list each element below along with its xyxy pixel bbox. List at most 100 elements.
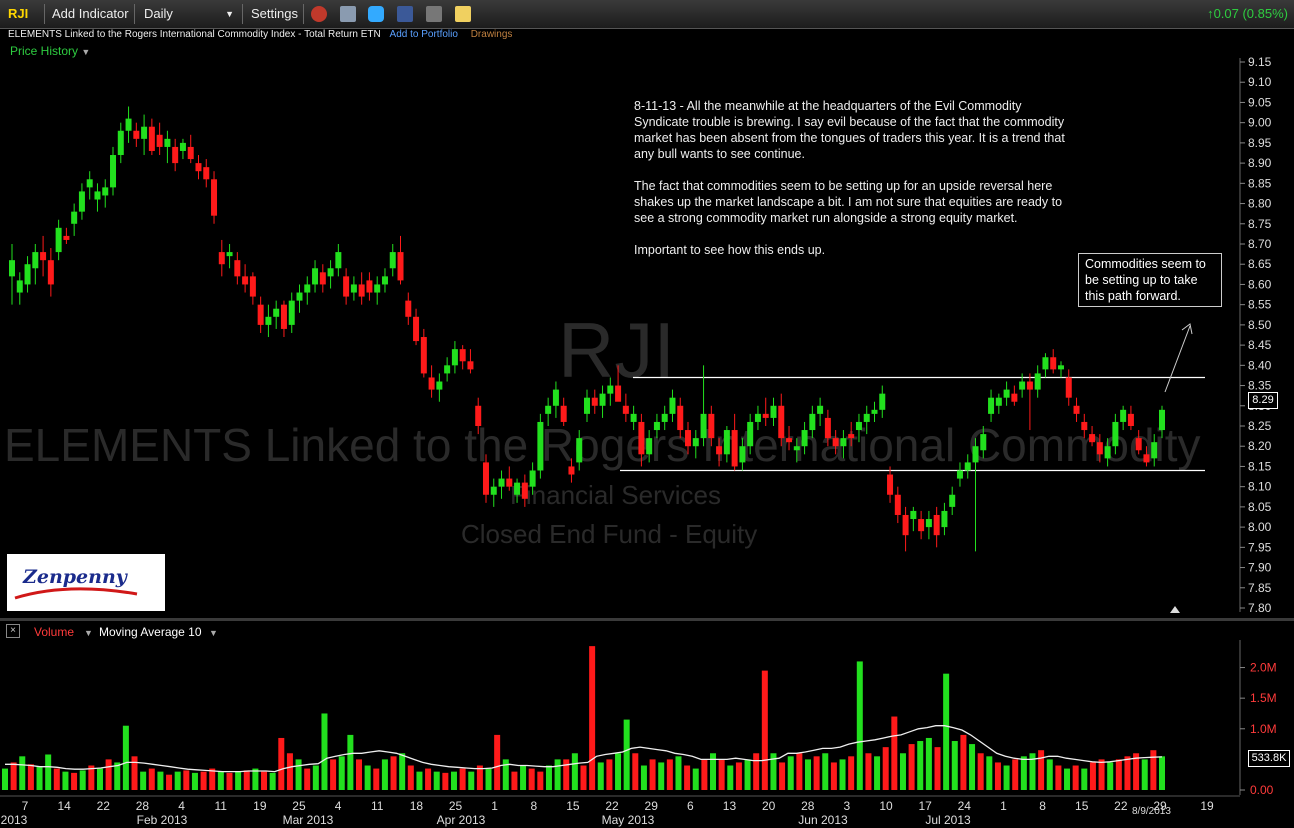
chart-annotation[interactable]: 8-11-13 - All the meanwhile at the headq… (634, 98, 1074, 274)
volume-bar (623, 719, 630, 790)
volume-bar (969, 744, 976, 790)
price-tick-label: 8.45 (1248, 338, 1272, 352)
volume-bar (701, 759, 708, 790)
volume-bar (537, 771, 544, 790)
volume-bar (779, 762, 786, 790)
volume-bar (19, 756, 26, 790)
candle-body (560, 405, 567, 422)
volume-bar (917, 741, 924, 790)
volume-bar (1107, 762, 1114, 790)
date-tick-label: 28 (136, 799, 150, 813)
volume-bar (148, 768, 155, 790)
volume-bar (718, 759, 725, 790)
candle-body (475, 405, 482, 426)
candle-body (358, 284, 365, 297)
candle-body (685, 430, 692, 447)
date-tick-label: 25 (292, 799, 306, 813)
volume-bar (580, 765, 587, 790)
candle-body (218, 252, 225, 265)
price-tick-label: 8.05 (1248, 500, 1272, 514)
date-tick-label: 17 (918, 799, 932, 813)
volume-bar (425, 768, 432, 790)
volume-bar (822, 753, 829, 790)
candle-body (24, 264, 31, 285)
candle-body (319, 272, 326, 285)
candle-body (63, 235, 70, 240)
volume-bar (761, 670, 768, 790)
volume-bar (632, 753, 639, 790)
candle-body (78, 191, 85, 212)
volume-indicator-label[interactable]: Volume (34, 625, 74, 639)
price-tick-label: 8.00 (1248, 520, 1272, 534)
candle-body (1019, 381, 1026, 390)
candle-body (793, 446, 800, 451)
candle-body (848, 434, 855, 439)
volume-bar (589, 646, 596, 790)
candle-body (482, 462, 489, 495)
projection-arrow (1164, 325, 1191, 393)
panel-divider[interactable] (0, 618, 1294, 621)
candle-body (265, 316, 272, 325)
date-tick-label: 19 (1200, 799, 1214, 813)
candle-body (451, 349, 458, 366)
price-tick-label: 8.40 (1248, 358, 1272, 372)
candle-body (949, 494, 956, 507)
candle-body (669, 397, 676, 414)
candle-body (436, 381, 443, 390)
volume-bar (347, 734, 354, 790)
annotation-paragraph: The fact that commodities seem to be set… (634, 179, 1063, 225)
date-tick-label: 11 (214, 799, 227, 813)
candle-body (312, 268, 319, 285)
volume-bar (381, 759, 388, 790)
volume-bar (1020, 756, 1027, 790)
candle-body (381, 276, 388, 285)
volume-bar (1046, 759, 1053, 790)
volume-bar (839, 759, 846, 790)
candle-body (226, 252, 233, 257)
volume-bar (1081, 768, 1088, 790)
candle-body (459, 349, 466, 362)
volume-bar (200, 771, 207, 790)
candle-body (1073, 405, 1080, 414)
moving-average-label[interactable]: Moving Average 10 (99, 625, 202, 639)
candle-body (195, 163, 202, 172)
candle-body (754, 413, 761, 422)
candle-body (933, 514, 940, 536)
date-tick-label: 1 (1000, 799, 1007, 813)
price-tick-label: 8.60 (1248, 277, 1272, 291)
volume-bar (433, 771, 440, 790)
candle-body (1065, 377, 1072, 398)
candle-body (964, 462, 971, 471)
volume-bar (960, 734, 967, 790)
volume-bar (416, 771, 423, 790)
volume-bar (649, 759, 656, 790)
volume-bar (312, 765, 319, 790)
candle-body (918, 519, 925, 532)
price-tick-label: 8.15 (1248, 459, 1272, 473)
volume-bar (977, 753, 984, 790)
candle-body (467, 361, 474, 370)
date-tick-label: 4 (335, 799, 342, 813)
candle-body (280, 304, 287, 329)
date-tick-label: 1 (491, 799, 498, 813)
candle-body (521, 482, 528, 499)
close-icon[interactable]: × (6, 624, 20, 638)
volume-bar (520, 765, 527, 790)
volume-bar (338, 756, 345, 790)
date-tick-label: 28 (801, 799, 815, 813)
chevron-down-icon[interactable]: ▼ (209, 628, 218, 638)
candle-body (1089, 434, 1096, 443)
candle-body (832, 438, 839, 447)
volume-bar (882, 747, 889, 790)
candle-body (708, 413, 715, 439)
candle-body (304, 284, 311, 293)
callout-note[interactable]: Commodities seem to be setting up to tak… (1078, 253, 1222, 307)
candle-body (1096, 442, 1103, 455)
candle-body (211, 179, 218, 216)
candle-body (747, 421, 754, 447)
candle-body (910, 510, 917, 520)
volume-tick-label: 1.0M (1250, 722, 1277, 736)
volume-bar (1072, 765, 1079, 790)
volume-bar (571, 753, 578, 790)
chevron-down-icon[interactable]: ▼ (84, 628, 93, 638)
